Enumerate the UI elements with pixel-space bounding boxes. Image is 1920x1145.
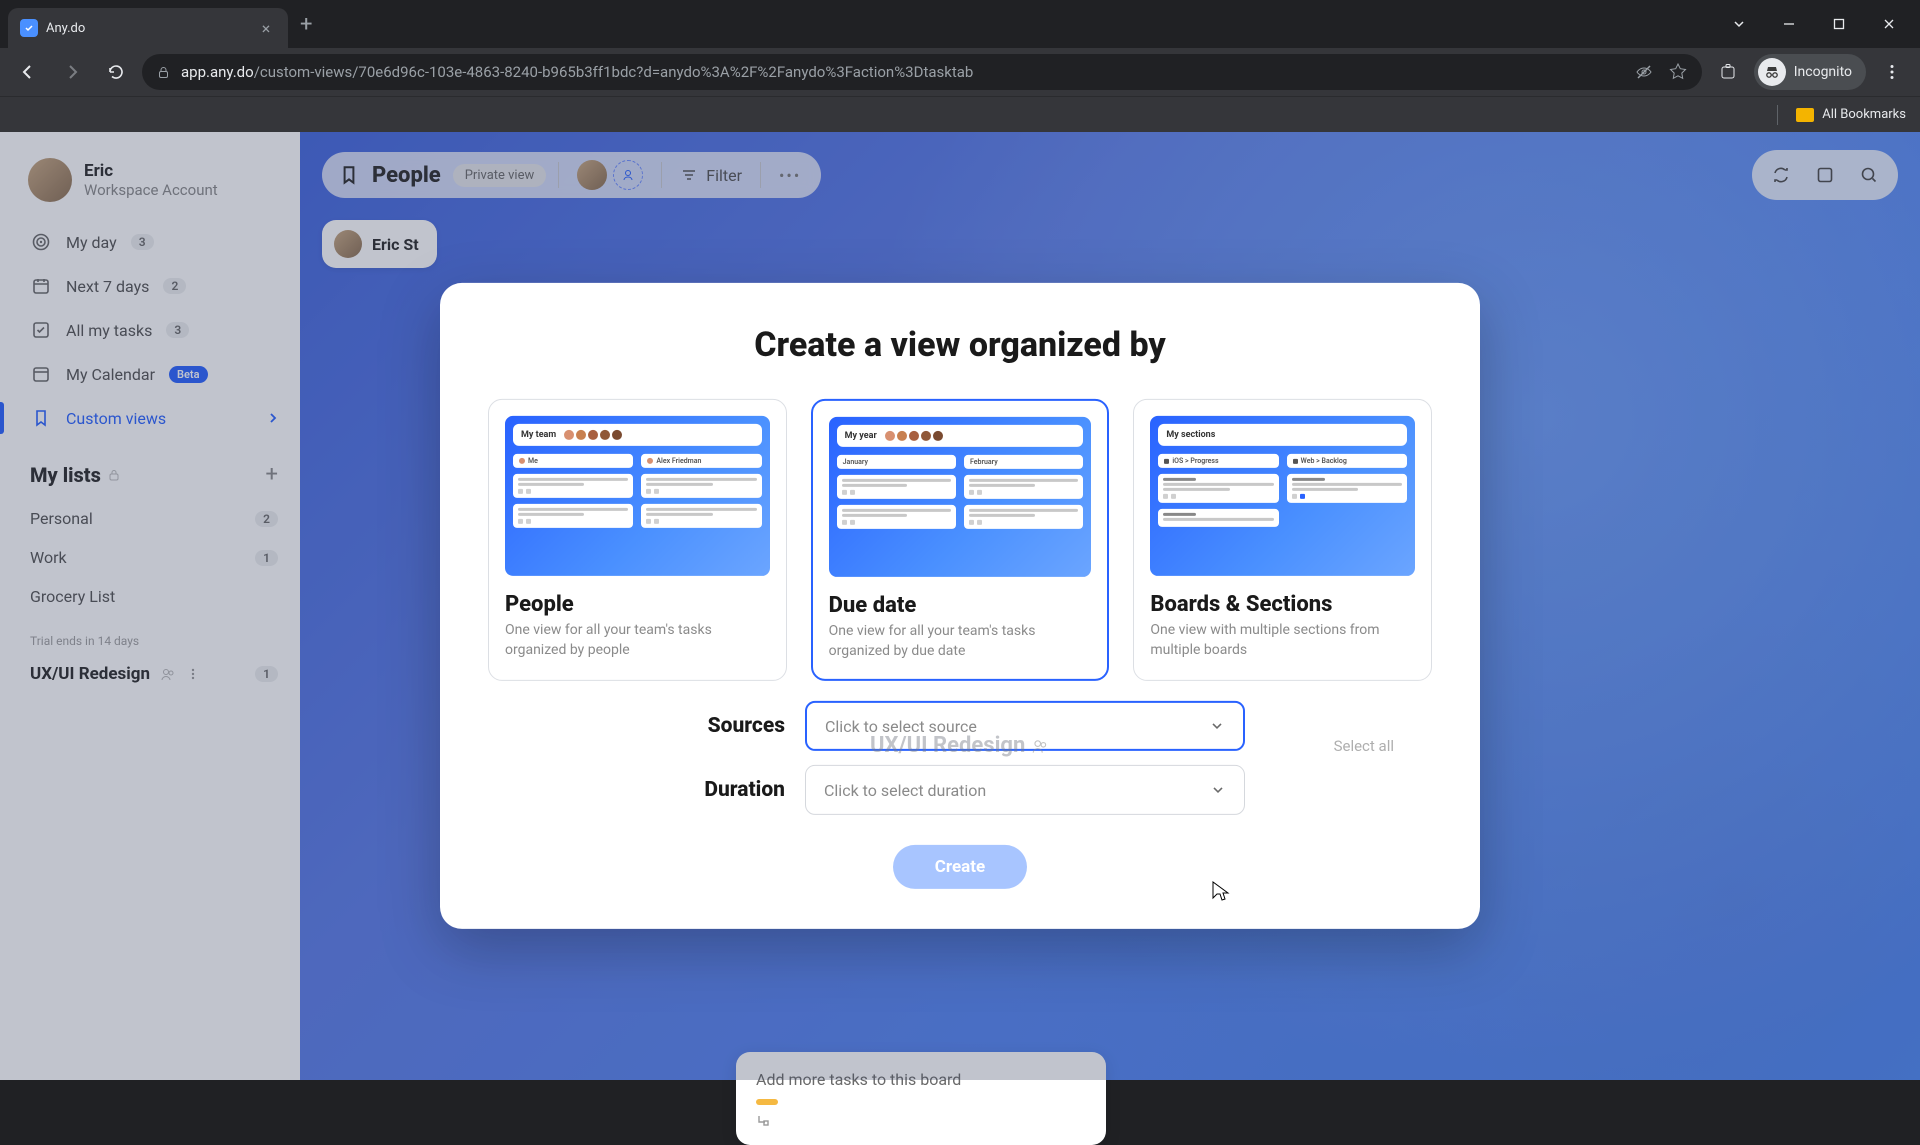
sources-placeholder: Click to select source bbox=[825, 717, 977, 736]
eye-off-icon[interactable] bbox=[1634, 62, 1654, 82]
lock-icon bbox=[156, 65, 171, 80]
close-window-button[interactable] bbox=[1866, 8, 1912, 40]
chevron-down-icon bbox=[1210, 782, 1226, 798]
view-type-cards: My team Me Alex Friedman People One view… bbox=[488, 399, 1432, 681]
duration-select[interactable]: Click to select duration bbox=[805, 765, 1245, 815]
reload-button[interactable] bbox=[98, 54, 134, 90]
extensions-icon[interactable] bbox=[1710, 54, 1746, 90]
card-title: People bbox=[505, 592, 770, 617]
tab-title: Any.do bbox=[46, 21, 248, 36]
forward-button[interactable] bbox=[54, 54, 90, 90]
tag-pill bbox=[756, 1099, 778, 1105]
browser-tabstrip: Any.do × + bbox=[0, 0, 1920, 48]
all-bookmarks-button[interactable]: All Bookmarks bbox=[1822, 107, 1906, 122]
browser-tab[interactable]: Any.do × bbox=[8, 8, 288, 48]
card-due-date[interactable]: My year January February Due date One vi… bbox=[811, 399, 1110, 681]
tab-dropdown-icon[interactable] bbox=[1716, 8, 1762, 40]
bookmark-star-icon[interactable] bbox=[1668, 62, 1688, 82]
bookmarks-bar: All Bookmarks bbox=[0, 96, 1920, 132]
url-host: app.any.do/custom-views/70e6d96c-103e-48… bbox=[181, 63, 973, 81]
card-preview: My sections iOS > Progress Web > Backlog bbox=[1150, 416, 1415, 576]
bookmarks-folder-icon bbox=[1796, 108, 1814, 122]
card-title: Boards & Sections bbox=[1150, 592, 1415, 617]
incognito-icon bbox=[1758, 58, 1786, 86]
new-tab-button[interactable]: + bbox=[300, 12, 312, 37]
address-bar[interactable]: app.any.do/custom-views/70e6d96c-103e-48… bbox=[142, 54, 1702, 90]
duration-label: Duration bbox=[675, 778, 785, 802]
card-desc: One view for all your team's tasks organ… bbox=[829, 622, 1092, 661]
sources-label: Sources bbox=[675, 714, 785, 738]
maximize-button[interactable] bbox=[1816, 8, 1862, 40]
card-preview: My year January February bbox=[829, 417, 1092, 577]
minimize-button[interactable] bbox=[1766, 8, 1812, 40]
browser-menu-icon[interactable] bbox=[1874, 54, 1910, 90]
window-controls bbox=[1716, 8, 1912, 40]
card-title: Due date bbox=[829, 593, 1092, 618]
chevron-down-icon bbox=[1209, 718, 1225, 734]
card-desc: One view with multiple sections from mul… bbox=[1150, 621, 1415, 660]
tab-close-icon[interactable]: × bbox=[256, 19, 276, 38]
incognito-badge[interactable]: Incognito bbox=[1754, 54, 1866, 90]
duration-row: Duration Click to select duration bbox=[488, 765, 1432, 815]
tab-favicon bbox=[20, 19, 38, 37]
card-preview: My team Me Alex Friedman bbox=[505, 416, 770, 576]
card-desc: One view for all your team's tasks organ… bbox=[505, 621, 770, 660]
card-boards-sections[interactable]: My sections iOS > Progress Web > Backlog… bbox=[1133, 399, 1432, 681]
create-view-modal: Create a view organized by My team Me Al… bbox=[440, 283, 1480, 929]
create-button[interactable]: Create bbox=[893, 845, 1027, 889]
incognito-label: Incognito bbox=[1794, 64, 1852, 80]
card-people[interactable]: My team Me Alex Friedman People One view… bbox=[488, 399, 787, 681]
browser-toolbar: app.any.do/custom-views/70e6d96c-103e-48… bbox=[0, 48, 1920, 96]
modal-title: Create a view organized by bbox=[488, 325, 1432, 365]
bookmarks-divider bbox=[1777, 105, 1778, 125]
sources-select[interactable]: Click to select source bbox=[805, 701, 1245, 751]
app-root: Eric Workspace Account My day 3 Next 7 d… bbox=[0, 132, 1920, 1080]
sources-row: Sources Click to select source bbox=[488, 701, 1432, 751]
subtask-icon bbox=[756, 1113, 1086, 1127]
duration-placeholder: Click to select duration bbox=[824, 781, 986, 800]
back-button[interactable] bbox=[10, 54, 46, 90]
